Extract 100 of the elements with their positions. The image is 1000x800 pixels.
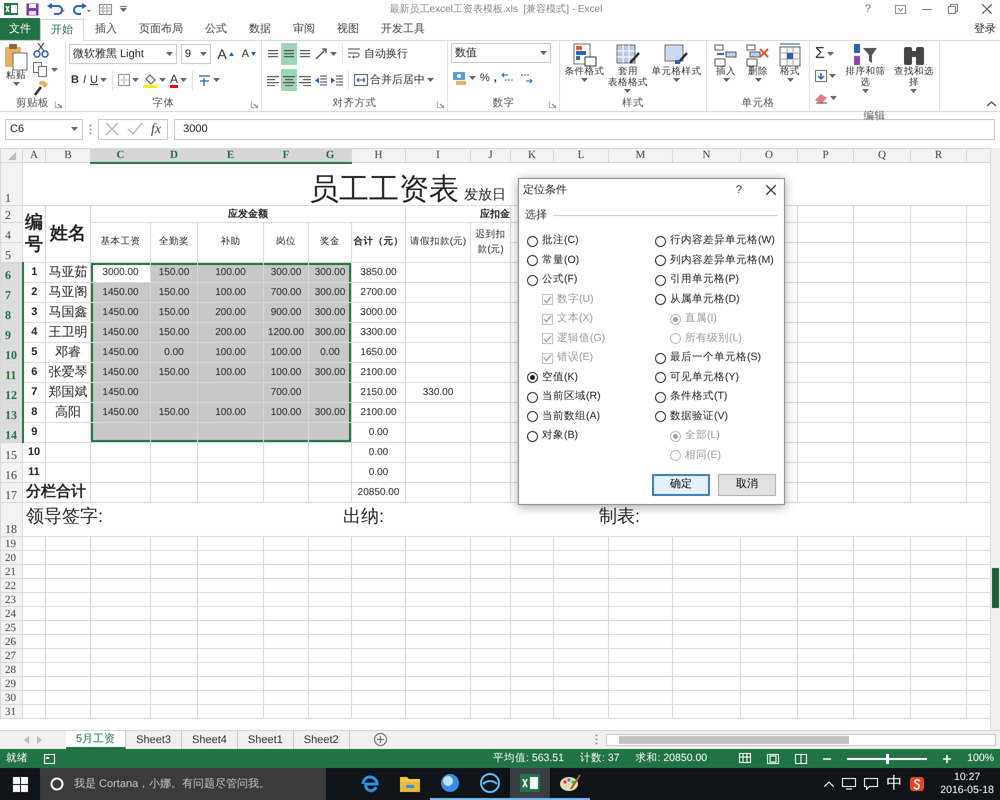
radio-button[interactable] [655,392,666,403]
row-header[interactable]: 12 [0,382,22,402]
windows-logo-icon[interactable] [12,776,28,792]
caret-icon[interactable] [581,78,588,82]
caret-icon[interactable] [200,52,208,56]
ribbon-tab[interactable]: 审阅 [282,18,326,40]
dialog-button[interactable]: 取消 [718,474,776,496]
column-header[interactable]: F [264,148,308,162]
column-header[interactable]: O [740,148,798,162]
row-header[interactable]: 31 [0,704,22,718]
format-painter-icon[interactable] [33,81,48,96]
macro-record-icon[interactable] [44,754,55,764]
caret-icon[interactable] [862,88,869,93]
editing-button[interactable]: 查找和选择 [892,43,936,109]
row-header[interactable]: 27 [0,648,22,662]
ribbon-tab[interactable]: 公式 [194,18,238,40]
radio-option[interactable]: 当前数组(A) [527,407,655,426]
radio-option[interactable]: 常量(O) [527,251,655,270]
grip-icon[interactable] [595,734,598,746]
row-header[interactable]: 7 [0,282,22,302]
underline-button[interactable]: U [88,69,109,91]
dialog-launcher-icon[interactable] [437,101,444,108]
cortana-icon[interactable] [50,777,64,791]
touch-mode-icon[interactable] [99,4,112,14]
style-button[interactable]: 套用 表格格式 [606,43,649,96]
cells-button[interactable]: 插入 [713,43,739,96]
clock-time[interactable]: 10:27 [940,771,994,784]
input-method-icon[interactable] [910,777,924,791]
network-icon[interactable] [842,778,856,790]
radio-option[interactable]: 批注(C) [527,232,655,251]
ribbon-tab[interactable]: 页面布局 [128,18,194,40]
row-header[interactable]: 23 [0,592,22,606]
radio-option[interactable]: 空值(K) [527,368,655,388]
row-header[interactable]: 4 [0,222,22,242]
column-header[interactable]: R [910,148,966,162]
ribbon-tab[interactable]: 开发工具 [370,18,436,40]
radio-option[interactable]: 可见单元格(Y) [655,368,783,388]
radio-button[interactable] [655,352,666,364]
help-button[interactable]: ? [736,182,742,198]
dialog-launcher-icon[interactable] [55,101,62,108]
column-header[interactable]: B [46,148,90,162]
column-header[interactable]: J [470,148,510,162]
row-header[interactable]: 22 [0,578,22,592]
column-header[interactable]: P [798,148,854,162]
add-sheet-icon[interactable] [374,733,387,746]
column-header[interactable]: G [308,148,352,162]
radio-button[interactable] [527,255,538,266]
name-box[interactable]: C6 [5,118,83,140]
column-header[interactable]: E [198,148,264,162]
grow-font-button[interactable]: A [215,43,236,65]
grip-icon[interactable] [89,124,92,134]
caret-icon[interactable] [166,52,173,56]
wrap-text-button[interactable]: 自动换行 [346,43,410,65]
page-layout-icon[interactable] [767,754,780,764]
radio-option[interactable]: 列内容差异单元格(M) [655,251,783,270]
column-header[interactable]: H [352,148,406,162]
middle-align-button[interactable] [281,43,297,65]
caret-icon[interactable] [427,78,434,82]
row-header[interactable]: 16 [0,462,22,482]
file-tab[interactable]: 文件 [0,18,40,40]
radio-option[interactable]: 对象(B) [527,426,655,446]
dialog-launcher-icon[interactable] [549,101,556,108]
save-icon[interactable] [26,2,39,16]
scissors-icon[interactable] [33,43,49,58]
row-header[interactable]: 14 [0,422,22,442]
column-header[interactable]: M [608,148,672,162]
caret-icon[interactable] [829,74,836,78]
search-field[interactable]: 我是 Cortana，小娜。有问题尽管问我。 [40,768,326,800]
font-name-dropdown[interactable]: 微软雅黑 Light [69,44,177,64]
column-header[interactable]: D [150,148,198,162]
style-button[interactable]: 条件格式 [564,43,606,96]
page-break-icon[interactable] [795,754,808,764]
row-header[interactable]: 21 [0,564,22,578]
radio-button[interactable] [527,372,538,384]
clock-date[interactable]: 2016-05-18 [940,784,994,797]
help-button[interactable]: ? [864,0,871,18]
radio-button[interactable] [655,411,666,422]
row-header[interactable]: 30 [0,690,22,704]
caret-icon[interactable] [624,88,632,93]
row-header[interactable]: 8 [0,302,22,322]
row-header[interactable]: 15 [0,442,22,462]
bold-button[interactable]: B [69,69,81,91]
vertical-scrollbar[interactable] [990,148,1000,730]
row-header[interactable]: 29 [0,676,22,690]
close-icon[interactable] [982,4,992,14]
number-format-dropdown[interactable]: 数值 [451,43,551,63]
caret-icon[interactable] [469,76,476,80]
horizontal-scrollbar[interactable] [606,734,996,746]
redo-icon[interactable] [73,3,91,15]
radio-button[interactable] [527,236,538,247]
radio-button[interactable] [527,430,538,442]
caret-icon[interactable] [722,78,730,82]
row-header[interactable]: 5 [0,242,22,262]
radio-option[interactable]: 最后一个单元格(S) [655,348,783,368]
normal-view-icon[interactable] [739,752,752,763]
close-icon[interactable] [766,185,776,195]
caret-icon[interactable] [330,52,337,56]
copy-icon[interactable] [33,62,47,77]
radio-button[interactable] [527,274,538,286]
cells-button[interactable]: 删除 [745,43,771,96]
